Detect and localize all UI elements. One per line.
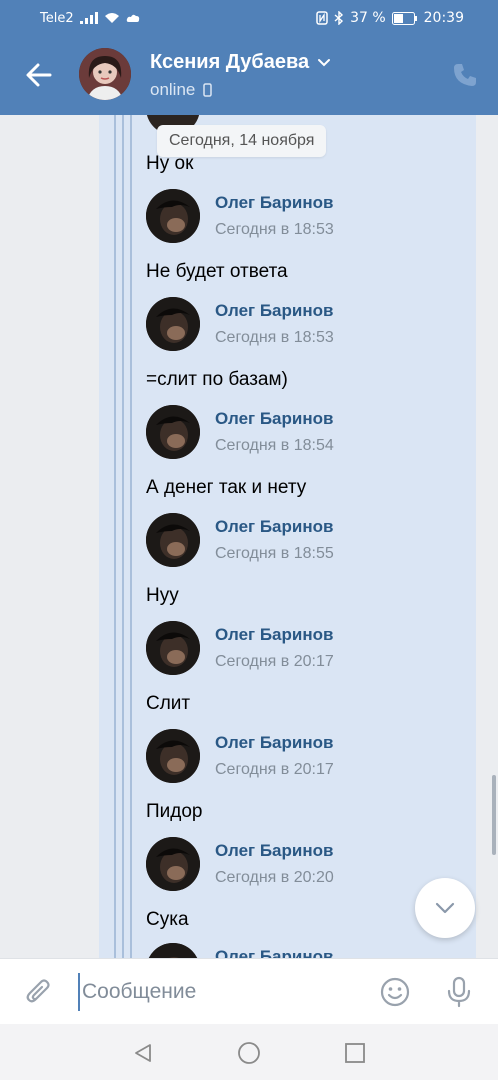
emoji-icon — [380, 977, 410, 1007]
chevron-down-icon — [318, 58, 331, 66]
contact-avatar[interactable] — [79, 48, 131, 100]
status-bar: Tele2 37 % 20:39 — [0, 0, 498, 36]
scrollbar-thumb[interactable] — [492, 775, 496, 855]
message-list[interactable]: Ну ок Олег Баринов Сегодня в 18:53 Не бу… — [0, 115, 498, 958]
nav-back-button[interactable] — [130, 1040, 156, 1066]
message-time: Сегодня в 18:53 — [215, 221, 334, 238]
clock: 20:39 — [423, 10, 464, 26]
signal-icon — [79, 12, 98, 24]
message-composer — [0, 958, 498, 1024]
message-time: Сегодня в 20:20 — [215, 869, 334, 886]
author-avatar[interactable] — [146, 621, 200, 675]
contact-title[interactable]: Ксения Дубаева online — [150, 51, 331, 100]
author-name[interactable]: Олег Баринов — [215, 517, 333, 537]
author-avatar[interactable] — [146, 513, 200, 567]
chat-header: Ксения Дубаева online — [0, 36, 498, 115]
battery-percent: 37 % — [350, 10, 386, 26]
message-time: Сегодня в 18:54 — [215, 437, 334, 454]
nav-recents-button[interactable] — [342, 1040, 368, 1066]
forward-divider — [122, 115, 124, 958]
author-avatar[interactable] — [146, 837, 200, 891]
author-name[interactable]: Олег Баринов — [215, 193, 333, 213]
message-time: Сегодня в 20:17 — [215, 761, 334, 778]
battery-icon — [391, 11, 417, 25]
message-text: Не будет ответа — [146, 261, 288, 282]
author-name[interactable]: Олег Баринов — [215, 301, 333, 321]
message-text: Нуу — [146, 585, 179, 606]
contact-name: Ксения Дубаева — [150, 51, 310, 73]
date-separator: Сегодня, 14 ноября — [157, 125, 327, 157]
bluetooth-icon — [334, 11, 344, 25]
forward-divider — [130, 115, 132, 958]
attach-button[interactable] — [20, 973, 58, 1011]
contact-status: online — [150, 80, 196, 99]
cloud-icon — [126, 14, 139, 22]
emoji-button[interactable] — [376, 973, 414, 1011]
attach-icon — [26, 979, 50, 1003]
system-nav-bar — [0, 1024, 498, 1080]
author-avatar[interactable] — [146, 405, 200, 459]
nav-home-button[interactable] — [236, 1040, 262, 1066]
forward-divider — [114, 115, 116, 958]
message-time: Сегодня в 18:53 — [215, 329, 334, 346]
author-name[interactable]: Олег Баринов — [215, 947, 333, 958]
nav-home-icon — [238, 1042, 260, 1064]
wifi-icon — [104, 13, 119, 23]
author-name[interactable]: Олег Баринов — [215, 625, 333, 645]
message-text: А денег так и нету — [146, 477, 307, 498]
author-name[interactable]: Олег Баринов — [215, 733, 333, 753]
message-text: Слит — [146, 693, 191, 714]
message-text: Пидор — [146, 801, 203, 822]
carrier-label: Tele2 — [40, 10, 74, 26]
author-name[interactable]: Олег Баринов — [215, 409, 333, 429]
nav-recents-icon — [345, 1043, 365, 1063]
chevron-down-icon — [435, 902, 455, 914]
mic-icon — [447, 976, 471, 1008]
author-name[interactable]: Олег Баринов — [215, 841, 333, 861]
back-arrow-icon[interactable] — [22, 58, 56, 92]
scroll-down-button[interactable] — [415, 878, 475, 938]
author-avatar[interactable] — [146, 297, 200, 351]
author-avatar[interactable] — [146, 729, 200, 783]
mobile-icon — [203, 83, 213, 97]
message-text: Сука — [146, 909, 189, 930]
message-time: Сегодня в 18:55 — [215, 545, 334, 562]
message-input[interactable] — [78, 973, 358, 1011]
message-text: =слит по базам) — [146, 369, 288, 390]
nfc-icon — [316, 11, 328, 25]
author-avatar[interactable] — [146, 189, 200, 243]
message-time: Сегодня в 20:17 — [215, 653, 334, 670]
phone-icon[interactable] — [452, 62, 478, 88]
nav-back-icon — [135, 1044, 151, 1062]
mic-button[interactable] — [440, 973, 478, 1011]
